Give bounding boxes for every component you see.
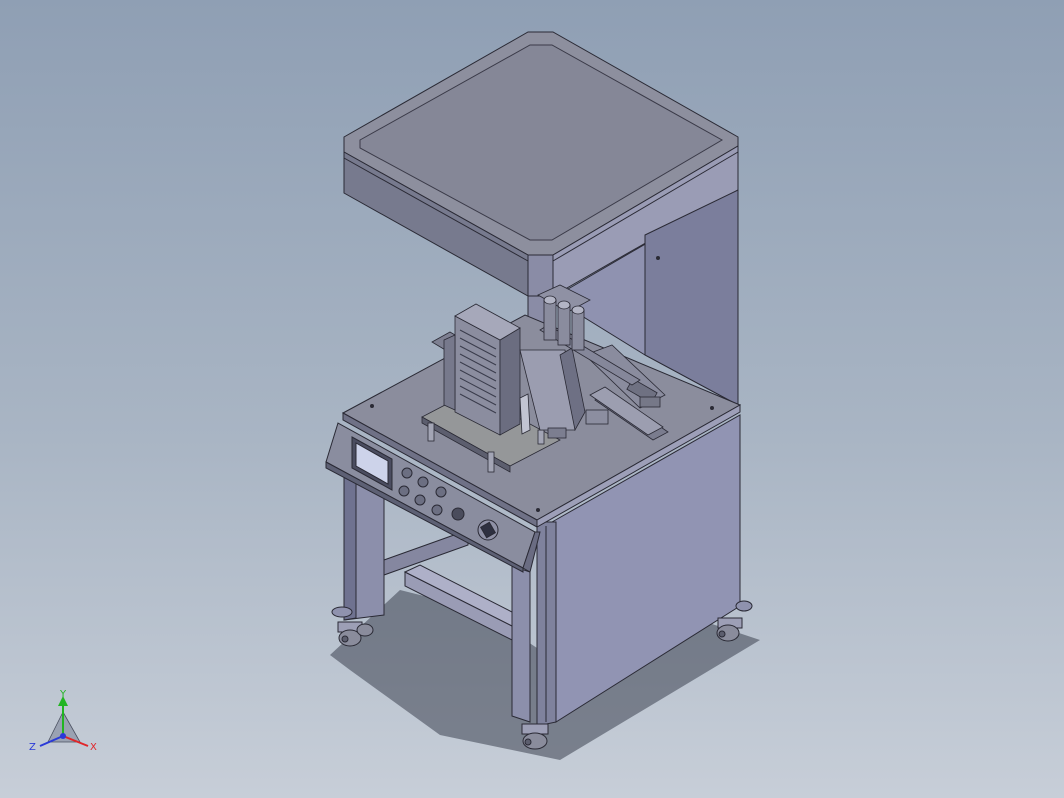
triad-z-label: Z xyxy=(29,742,36,753)
foot-pad xyxy=(331,606,353,618)
standoff xyxy=(427,422,435,442)
foot-pad xyxy=(735,600,753,612)
panel-button[interactable] xyxy=(414,494,426,506)
rail-block xyxy=(585,409,609,425)
caster-back-left xyxy=(356,623,374,637)
triad-y-label: Y xyxy=(59,689,67,700)
cylinder-cap xyxy=(571,305,585,315)
panel-button[interactable] xyxy=(417,476,429,488)
panel-button[interactable] xyxy=(451,507,465,521)
triad-origin xyxy=(60,733,66,739)
table-bolt xyxy=(710,406,714,410)
cad-viewport[interactable]: Y X Z xyxy=(0,0,1064,798)
panel-button[interactable] xyxy=(431,504,443,516)
wall-bolt xyxy=(656,256,660,260)
front-left-leg xyxy=(511,565,531,723)
cylinder xyxy=(543,299,557,341)
cylinder xyxy=(557,304,571,346)
coordinate-triad: Y X Z xyxy=(29,689,97,753)
cylinder-cap xyxy=(557,300,571,310)
small-tab xyxy=(519,393,531,435)
panel-button[interactable] xyxy=(435,486,447,498)
table-bolt xyxy=(536,508,540,512)
table-bolt xyxy=(370,404,374,408)
cylinder-cap xyxy=(543,295,557,305)
magazine-side-plate xyxy=(443,334,456,411)
panel-button[interactable] xyxy=(401,467,413,479)
machine-model-view[interactable]: Y X Z xyxy=(0,0,1064,798)
magazine-tower-side xyxy=(499,327,521,436)
rail-block xyxy=(547,427,567,439)
caster-front xyxy=(521,723,549,750)
back-left-leg-side xyxy=(343,475,357,621)
rail-block xyxy=(639,396,661,408)
standoff xyxy=(487,451,495,473)
cylinder xyxy=(571,309,585,351)
triad-x-label: X xyxy=(90,742,97,753)
standoff xyxy=(537,429,545,445)
panel-button[interactable] xyxy=(398,485,410,497)
